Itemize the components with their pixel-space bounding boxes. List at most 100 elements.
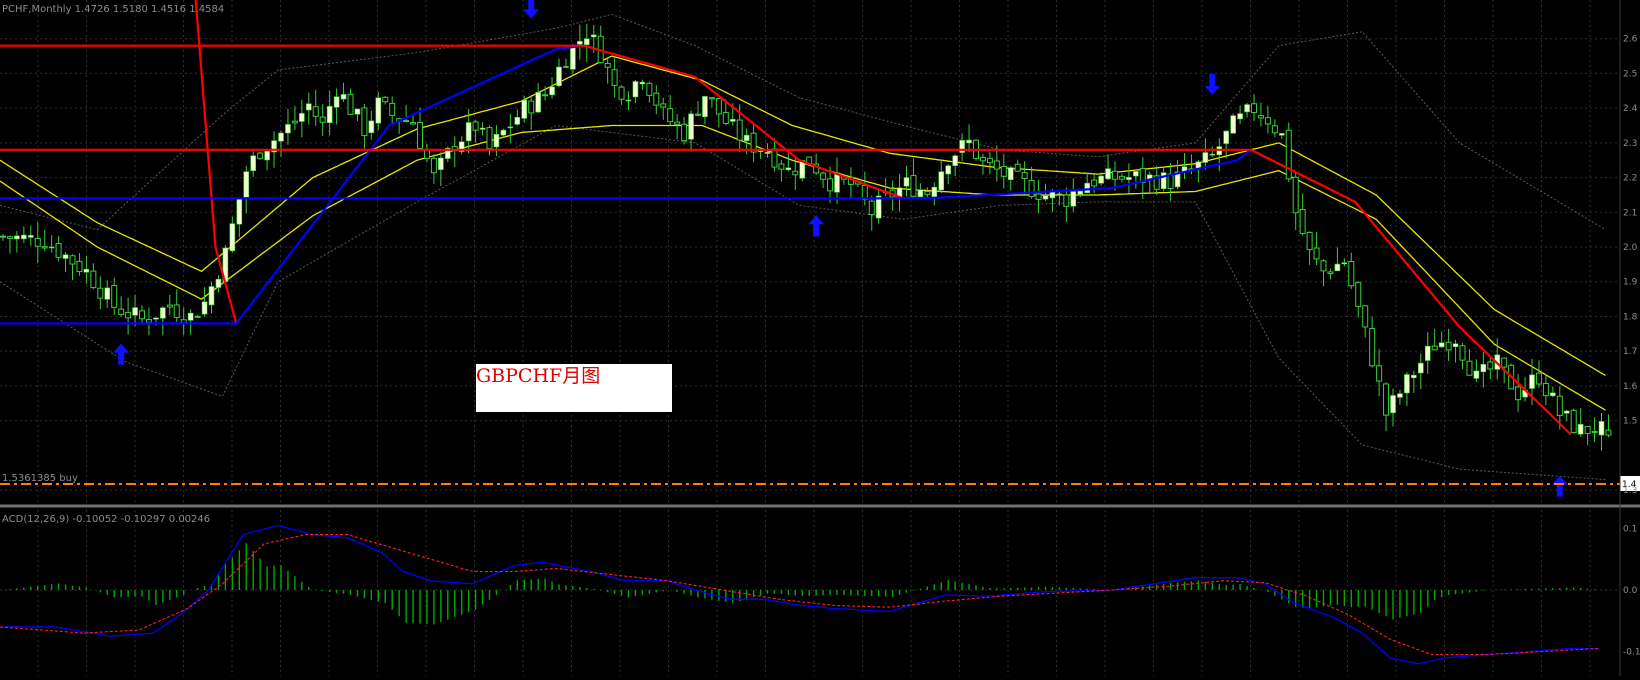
candle-body-bull <box>563 66 569 68</box>
candle-body-bull <box>48 246 55 249</box>
arrow-down-icon <box>523 0 540 19</box>
y-tick-label: 1.9 <box>1623 278 1638 288</box>
candle-body-bear <box>1313 247 1320 260</box>
candle-body-bear <box>674 121 681 125</box>
candle-body-bull <box>1404 374 1410 394</box>
candle-body-bear <box>604 63 611 68</box>
candle-body-bear <box>1091 179 1098 187</box>
y-tick-label: 2.1 <box>1623 208 1637 218</box>
candle-body-bull <box>493 134 500 148</box>
candle-body-bear <box>1355 282 1362 308</box>
candle-body-bear <box>1000 165 1007 177</box>
y-tick-label: 2.6 <box>1623 35 1638 45</box>
annotation-box[interactable]: GBPCHF月图 <box>476 364 672 412</box>
candle-body-bull <box>1529 374 1535 389</box>
candle-body-bear <box>1264 117 1271 125</box>
candle-body-bull <box>1550 392 1556 397</box>
candle-body-bull <box>104 287 111 300</box>
candle-body-bear <box>1487 361 1494 370</box>
trend-line-down <box>0 148 1572 436</box>
chart-canvas[interactable]: 1.5361385 buy 1.4 PCHF,Monthly 1.4726 1.… <box>0 0 1640 676</box>
candle-body-bear <box>111 285 118 308</box>
candle-body-bear <box>486 127 493 150</box>
candle-body-bear <box>868 200 875 216</box>
candle-body-bull <box>917 189 924 198</box>
candle-body-bull <box>14 235 20 240</box>
candle-body-bear <box>69 255 76 265</box>
candle-body-bear <box>417 121 423 149</box>
macd-axis: 0.1 0.0 -0.1 <box>1623 524 1640 657</box>
candle-body-bear <box>708 97 715 100</box>
candle-body-bull <box>1202 152 1209 163</box>
trend-line-up <box>0 148 1252 200</box>
candle-body-bull <box>1390 395 1396 414</box>
candle-body-bear <box>1431 345 1438 351</box>
candle-body-bull <box>1084 182 1090 194</box>
candle-body-bull <box>1598 421 1605 436</box>
candle-body-bull <box>688 113 694 140</box>
candle-body-bear <box>1028 180 1035 197</box>
candle-body-bear <box>118 308 125 315</box>
candle-body-bear <box>1570 409 1577 433</box>
candle-body-bull <box>1223 130 1229 144</box>
candle-body-bull <box>590 34 597 38</box>
price-axis: 2.6 2.5 2.4 2.3 2.2 2.1 2.0 1.9 1.8 1.7 1.6 1.5 1.3 <box>1623 35 1638 496</box>
candle-body-bear <box>736 119 743 141</box>
candle-body-bear <box>1320 260 1327 272</box>
candle-body-bull <box>187 312 194 321</box>
candle-body-bull <box>632 81 639 98</box>
candle-body-bear <box>347 93 354 115</box>
candle-body-bull <box>1424 345 1431 361</box>
trend-line-down <box>194 0 238 324</box>
candle-body-bull <box>1070 191 1077 207</box>
candle-body-bear <box>125 312 132 319</box>
chart-header: PCHF,Monthly 1.4726 1.5180 1.4516 1.4584 <box>2 4 224 15</box>
candle-body-bull <box>764 152 771 154</box>
y-tick-label: 1.6 <box>1623 382 1638 392</box>
candle-body-bull <box>1438 342 1445 348</box>
candle-body-bull <box>1237 113 1243 120</box>
candle-body-bull <box>1279 133 1285 136</box>
candle-body-bear <box>97 287 104 299</box>
candle-body-bear <box>681 123 688 142</box>
macd-y-tick-label: -0.1 <box>1623 648 1640 658</box>
candle-body-bear <box>90 270 97 289</box>
candle-body-bear <box>312 106 319 117</box>
candle-body-bear <box>1535 372 1542 385</box>
candle-body-bear <box>611 69 618 86</box>
y-tick-label: 1.7 <box>1623 347 1637 357</box>
candle-body-bull <box>1411 374 1417 379</box>
candle-body-bear <box>1014 163 1021 172</box>
candle-body-bull <box>583 38 590 46</box>
candle-body-bear <box>1035 193 1042 200</box>
candle-body-bear <box>1459 345 1466 361</box>
candle-body-bear <box>1299 208 1306 235</box>
arrow-down-icon <box>1204 73 1221 95</box>
candle-body-bull <box>333 96 340 108</box>
candle-body-bear <box>695 113 701 116</box>
candle-body-bear <box>1466 360 1473 376</box>
envelope-bands <box>0 55 1606 411</box>
candle-body-bull <box>465 122 472 142</box>
candle-body-bull <box>702 96 708 118</box>
candle-body-bear <box>6 236 13 239</box>
candle-body-bear <box>1327 271 1334 275</box>
candle-body-bear <box>1063 194 1070 207</box>
candle-body-bear <box>910 175 917 197</box>
candle-body-bull <box>375 97 382 124</box>
candle-body-bear <box>410 122 417 125</box>
candle-body-bear <box>0 235 6 238</box>
candle-body-bull <box>570 45 576 70</box>
candle-body-bull <box>132 307 138 316</box>
candle-body-bear <box>1362 305 1369 328</box>
annotation-label: GBPCHF月图 <box>476 365 601 387</box>
y-tick-label: 2.5 <box>1623 69 1637 79</box>
candle-body-bull <box>1418 362 1424 374</box>
candle-body-bull <box>1007 167 1014 181</box>
candle-body-bull <box>1042 195 1049 200</box>
candle-body-bear <box>1292 176 1299 214</box>
candle-body-bull <box>215 278 222 288</box>
candle-body-bear <box>1285 129 1292 180</box>
candle-body-bear <box>771 148 778 168</box>
candle-body-bear <box>382 96 389 103</box>
